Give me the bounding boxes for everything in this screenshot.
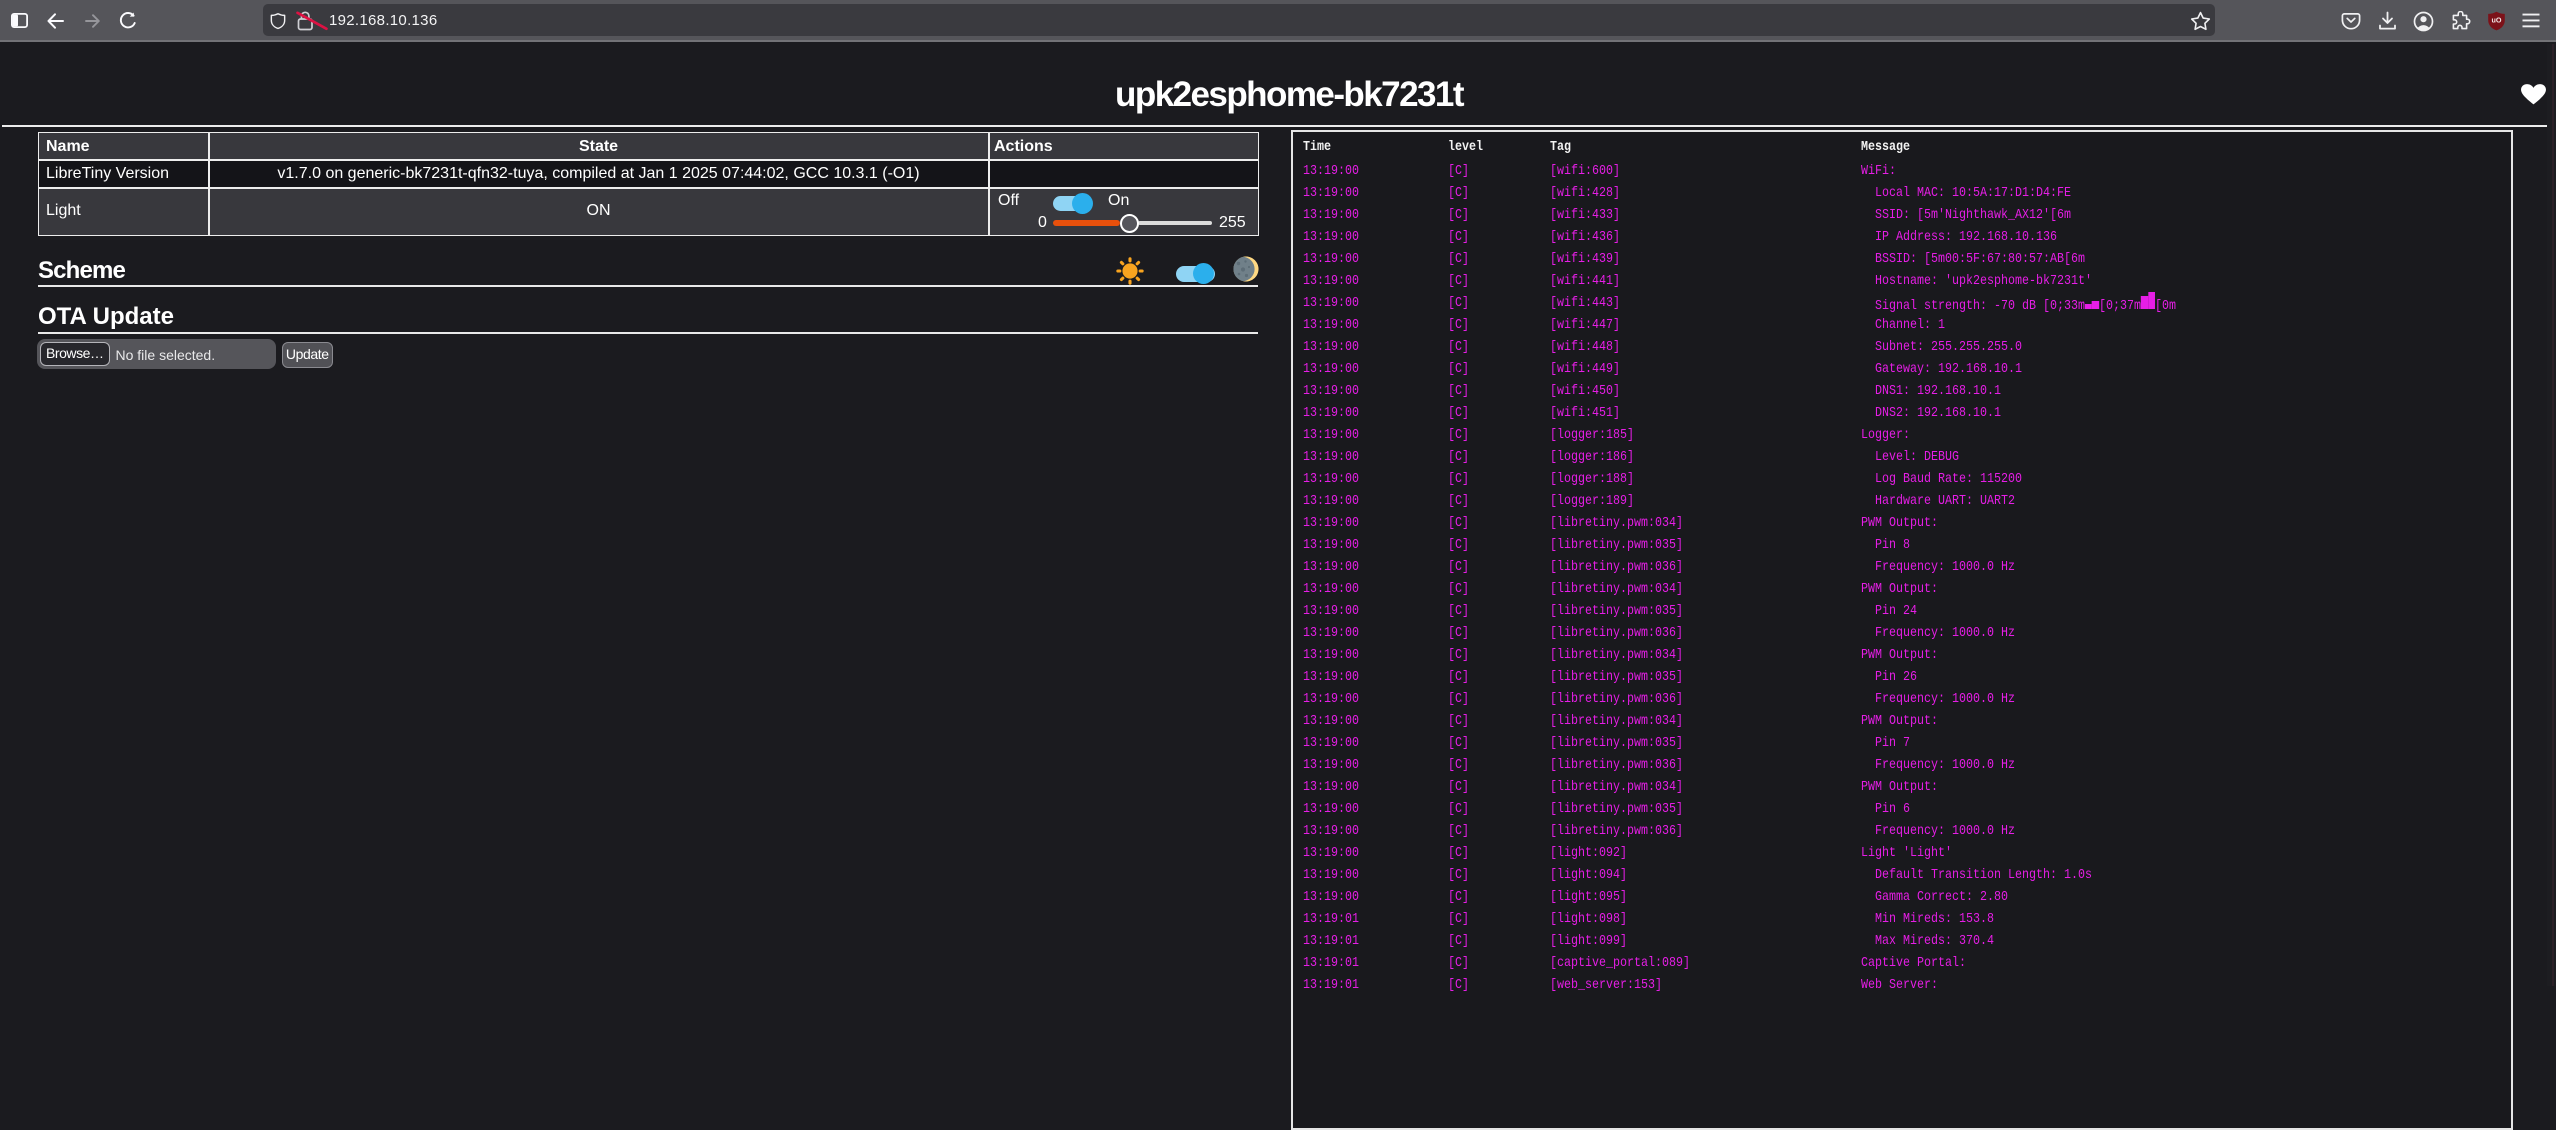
svg-text:uO: uO [2492,16,2502,25]
